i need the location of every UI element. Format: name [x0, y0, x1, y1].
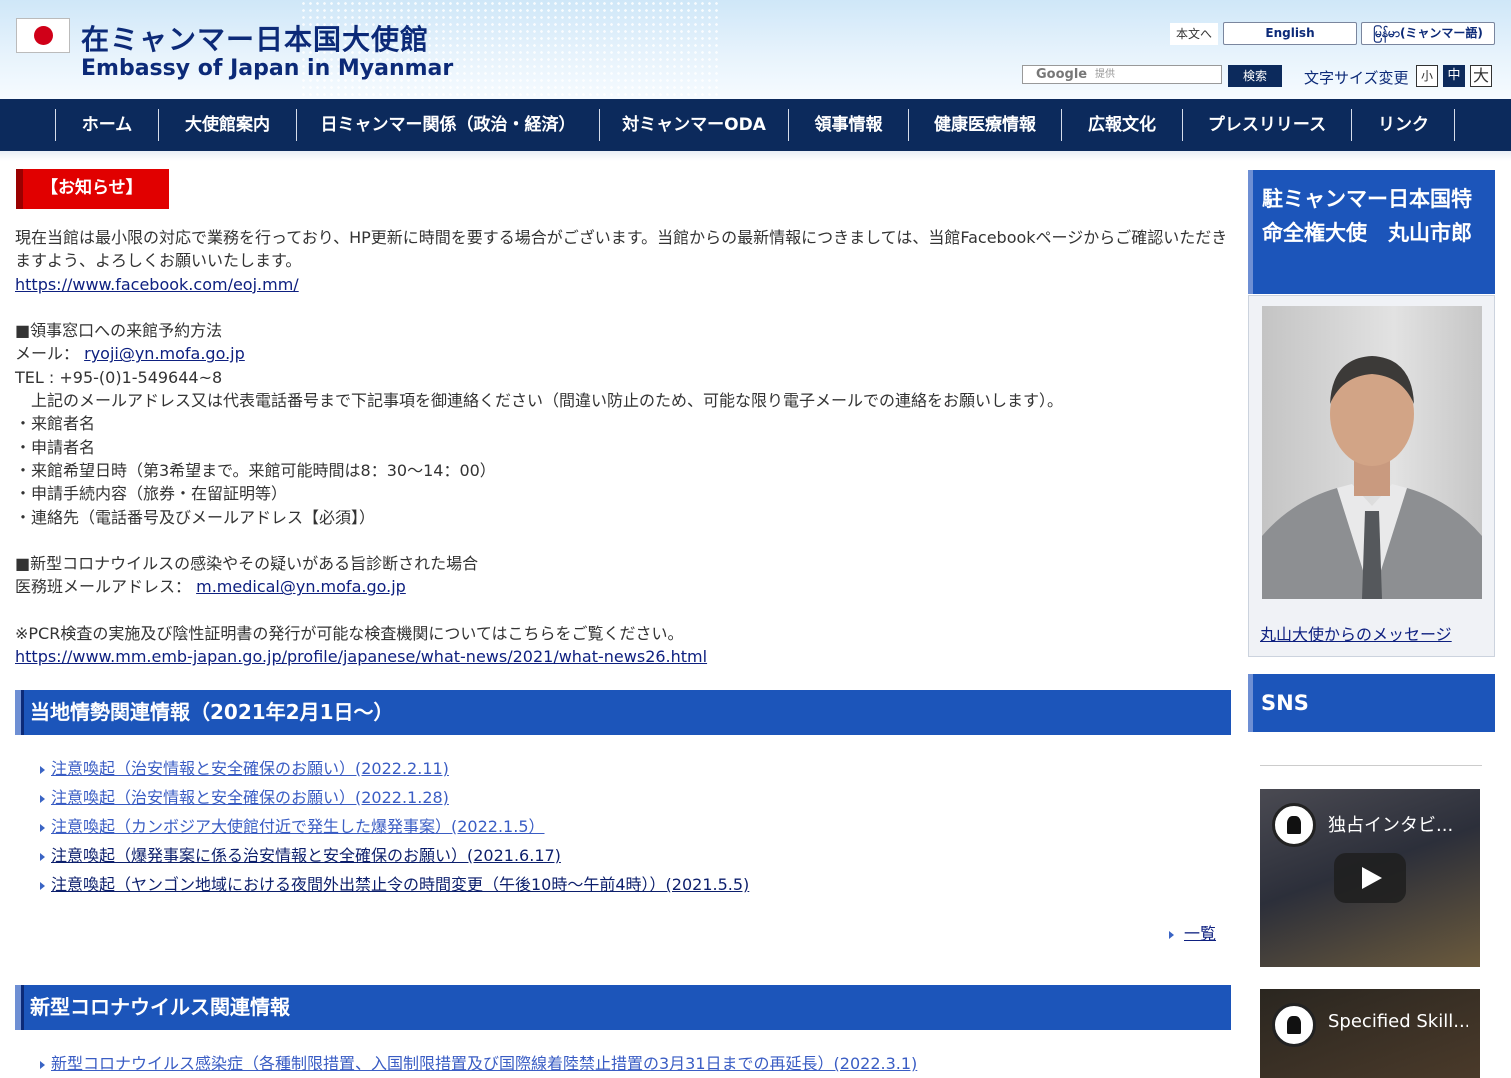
channel-logo-icon — [1272, 803, 1316, 847]
arrow-right-icon — [40, 1060, 45, 1069]
list-item: ・来館者名 — [15, 414, 96, 434]
nav-item-oda[interactable]: 対ミャンマーODA — [599, 109, 788, 141]
news-link[interactable]: 注意喚起（治安情報と安全確保のお願い）(2022.2.11) — [51, 759, 449, 778]
nav-item-consular[interactable]: 領事情報 — [788, 109, 908, 141]
nav-item-home[interactable]: ホーム — [55, 109, 158, 141]
list-item: 注意喚起（治安情報と安全確保のお願い）(2022.1.28) — [40, 783, 1230, 812]
ambassador-header: 駐ミャンマー日本国特命全権大使 丸山市郎 — [1248, 170, 1495, 294]
sns-panel: 独占インタビ... Specified Skill... — [1248, 732, 1495, 1078]
arrow-right-icon — [40, 881, 45, 890]
reservation-heading: ■領事窓口への来館予約方法 — [15, 321, 223, 341]
nav-item-culture[interactable]: 広報文化 — [1061, 109, 1182, 141]
situation-link-list: 注意喚起（治安情報と安全確保のお願い）(2022.2.11) 注意喚起（治安情報… — [40, 754, 1230, 899]
news-link[interactable]: 注意喚起（治安情報と安全確保のお願い）(2022.1.28) — [51, 788, 449, 807]
list-item: 注意喚起（治安情報と安全確保のお願い）(2022.2.11) — [40, 754, 1230, 783]
play-icon[interactable] — [1334, 853, 1406, 903]
sns-header: SNS — [1248, 674, 1495, 732]
medical-mail-link[interactable]: m.medical@yn.mofa.go.jp — [196, 577, 406, 596]
font-size-large-button[interactable]: 大 — [1470, 65, 1492, 87]
nav-item-embassy[interactable]: 大使館案内 — [158, 109, 296, 141]
nav-item-relations[interactable]: 日ミャンマー関係（政治・経済） — [296, 109, 599, 141]
list-item: ・申請手続内容（旅券・在留証明等） — [15, 484, 288, 504]
lang-myanmar-button[interactable]: မြန်မာ(ミャンマー語) — [1361, 22, 1495, 45]
list-item: 注意喚起（カンボジア大使館付近で発生した爆発事案）(2022.1.5） — [40, 812, 1230, 841]
news-link[interactable]: 注意喚起（爆発事案に係る治安情報と安全確保のお願い）(2021.6.17) — [51, 846, 561, 865]
notice-label: 【お知らせ】 — [16, 169, 169, 209]
global-nav: ホーム 大使館案内 日ミャンマー関係（政治・経済） 対ミャンマーODA 領事情報… — [0, 99, 1511, 151]
ambassador-panel: 丸山大使からのメッセージ — [1248, 295, 1495, 657]
list-item: ・来館希望日時（第3希望まで。来館可能時間は8：30〜14：00） — [15, 460, 496, 480]
tel-text: TEL : +95-(0)1-549644~8 — [15, 367, 223, 387]
search-provider-label: 提供 — [1095, 69, 1115, 80]
skip-to-content-link[interactable]: 本文へ — [1170, 23, 1218, 45]
contact-instructions: 上記のメールアドレス又は代表電話番号まで下記事項を御連絡ください（間違い防止のた… — [15, 391, 1064, 411]
nav-divider — [1454, 109, 1455, 141]
arrow-right-icon — [40, 852, 45, 861]
arrow-right-icon — [40, 765, 45, 774]
arrow-right-icon — [40, 794, 45, 803]
search-brand: Google — [1036, 67, 1088, 82]
arrow-right-icon — [1169, 930, 1174, 939]
situation-section-header: 当地情勢関連情報（2021年2月1日〜） — [15, 690, 1231, 735]
video-embed-1[interactable]: 独占インタビ... — [1260, 789, 1480, 967]
list-item: ・申請者名 — [15, 437, 96, 457]
pcr-info-link[interactable]: https://www.mm.emb-japan.go.jp/profile/j… — [15, 647, 707, 666]
video-title: Specified Skill... — [1328, 1011, 1468, 1032]
nav-item-health[interactable]: 健康医療情報 — [908, 109, 1061, 141]
site-title-japanese[interactable]: 在ミャンマー日本国大使館 — [81, 18, 429, 58]
nav-item-press[interactable]: プレスリリース — [1182, 109, 1351, 141]
video-title: 独占インタビ... — [1328, 815, 1454, 836]
pcr-note: ※PCR検査の実施及び陰性証明書の発行が可能な検査機関についてはこちらをご覧くだ… — [15, 624, 684, 644]
news-link[interactable]: 注意喚起（ヤンゴン地域における夜間外出禁止令の時間変更（午後10時〜午前4時））… — [51, 875, 749, 894]
covid-section-header: 新型コロナウイルス関連情報 — [15, 985, 1231, 1030]
consular-mail-link[interactable]: ryoji@yn.mofa.go.jp — [84, 344, 245, 363]
nav-item-links[interactable]: リンク — [1351, 109, 1455, 141]
facebook-link[interactable]: https://www.facebook.com/eoj.mm/ — [15, 275, 299, 294]
situation-heading: 当地情勢関連情報（2021年2月1日〜） — [30, 700, 394, 724]
news-link[interactable]: 注意喚起（カンボジア大使館付近で発生した爆発事案）(2022.1.5） — [51, 817, 545, 836]
covid-diagnosis-heading: ■新型コロナウイルスの感染やその疑いがある旨診断された場合 — [15, 554, 479, 574]
sns-heading: SNS — [1261, 691, 1309, 715]
list-item: 注意喚起（爆発事案に係る治安情報と安全確保のお願い）(2021.6.17) — [40, 841, 1230, 870]
list-item: 注意喚起（ヤンゴン地域における夜間外出禁止令の時間変更（午後10時〜午前4時））… — [40, 870, 1230, 899]
more-link-wrap: 一覧 — [1169, 922, 1216, 946]
japan-flag-icon — [16, 18, 70, 53]
ambassador-title: 駐ミャンマー日本国特命全権大使 丸山市郎 — [1262, 187, 1472, 245]
video-embed-2[interactable]: Specified Skill... — [1260, 989, 1480, 1078]
covid-heading: 新型コロナウイルス関連情報 — [30, 995, 290, 1019]
site-header: 在ミャンマー日本国大使館 Embassy of Japan in Myanmar… — [0, 0, 1511, 99]
ambassador-message-link[interactable]: 丸山大使からのメッセージ — [1260, 621, 1452, 645]
search-button[interactable]: 検索 — [1228, 65, 1282, 87]
font-size-label: 文字サイズ変更 — [1304, 69, 1409, 87]
search-input[interactable]: Google 提供 — [1022, 65, 1222, 84]
news-link[interactable]: 新型コロナウイルス感染症（各種制限措置、入国制限措置及び国際線着陸禁止措置の3月… — [51, 1054, 917, 1073]
covid-link-list: 新型コロナウイルス感染症（各種制限措置、入国制限措置及び国際線着陸禁止措置の3月… — [40, 1049, 1230, 1078]
site-title-english[interactable]: Embassy of Japan in Myanmar — [81, 56, 453, 81]
list-item: ・連絡先（電話番号及びメールアドレス【必須】） — [15, 507, 376, 527]
font-size-small-button[interactable]: 小 — [1416, 65, 1438, 87]
channel-logo-icon — [1272, 1003, 1316, 1047]
mail-label: メール： — [15, 344, 80, 364]
medical-mail-label: 医務班メールアドレス： — [15, 577, 192, 597]
list-item: 新型コロナウイルス感染症（各種制限措置、入国制限措置及び国際線着陸禁止措置の3月… — [40, 1049, 1230, 1078]
font-size-medium-button[interactable]: 中 — [1443, 65, 1465, 87]
ambassador-photo — [1262, 306, 1482, 599]
nav-shadow — [0, 151, 1511, 161]
notice-body: 現在当館は最小限の対応で業務を行っており、HP更新に時間を要する場合がございます… — [15, 226, 1230, 669]
situation-more-link[interactable]: 一覧 — [1184, 924, 1216, 943]
notice-intro: 現在当館は最小限の対応で業務を行っており、HP更新に時間を要する場合がございます… — [15, 228, 1228, 271]
divider — [1260, 765, 1482, 766]
lang-english-button[interactable]: English — [1223, 22, 1357, 45]
arrow-right-icon — [40, 823, 45, 832]
